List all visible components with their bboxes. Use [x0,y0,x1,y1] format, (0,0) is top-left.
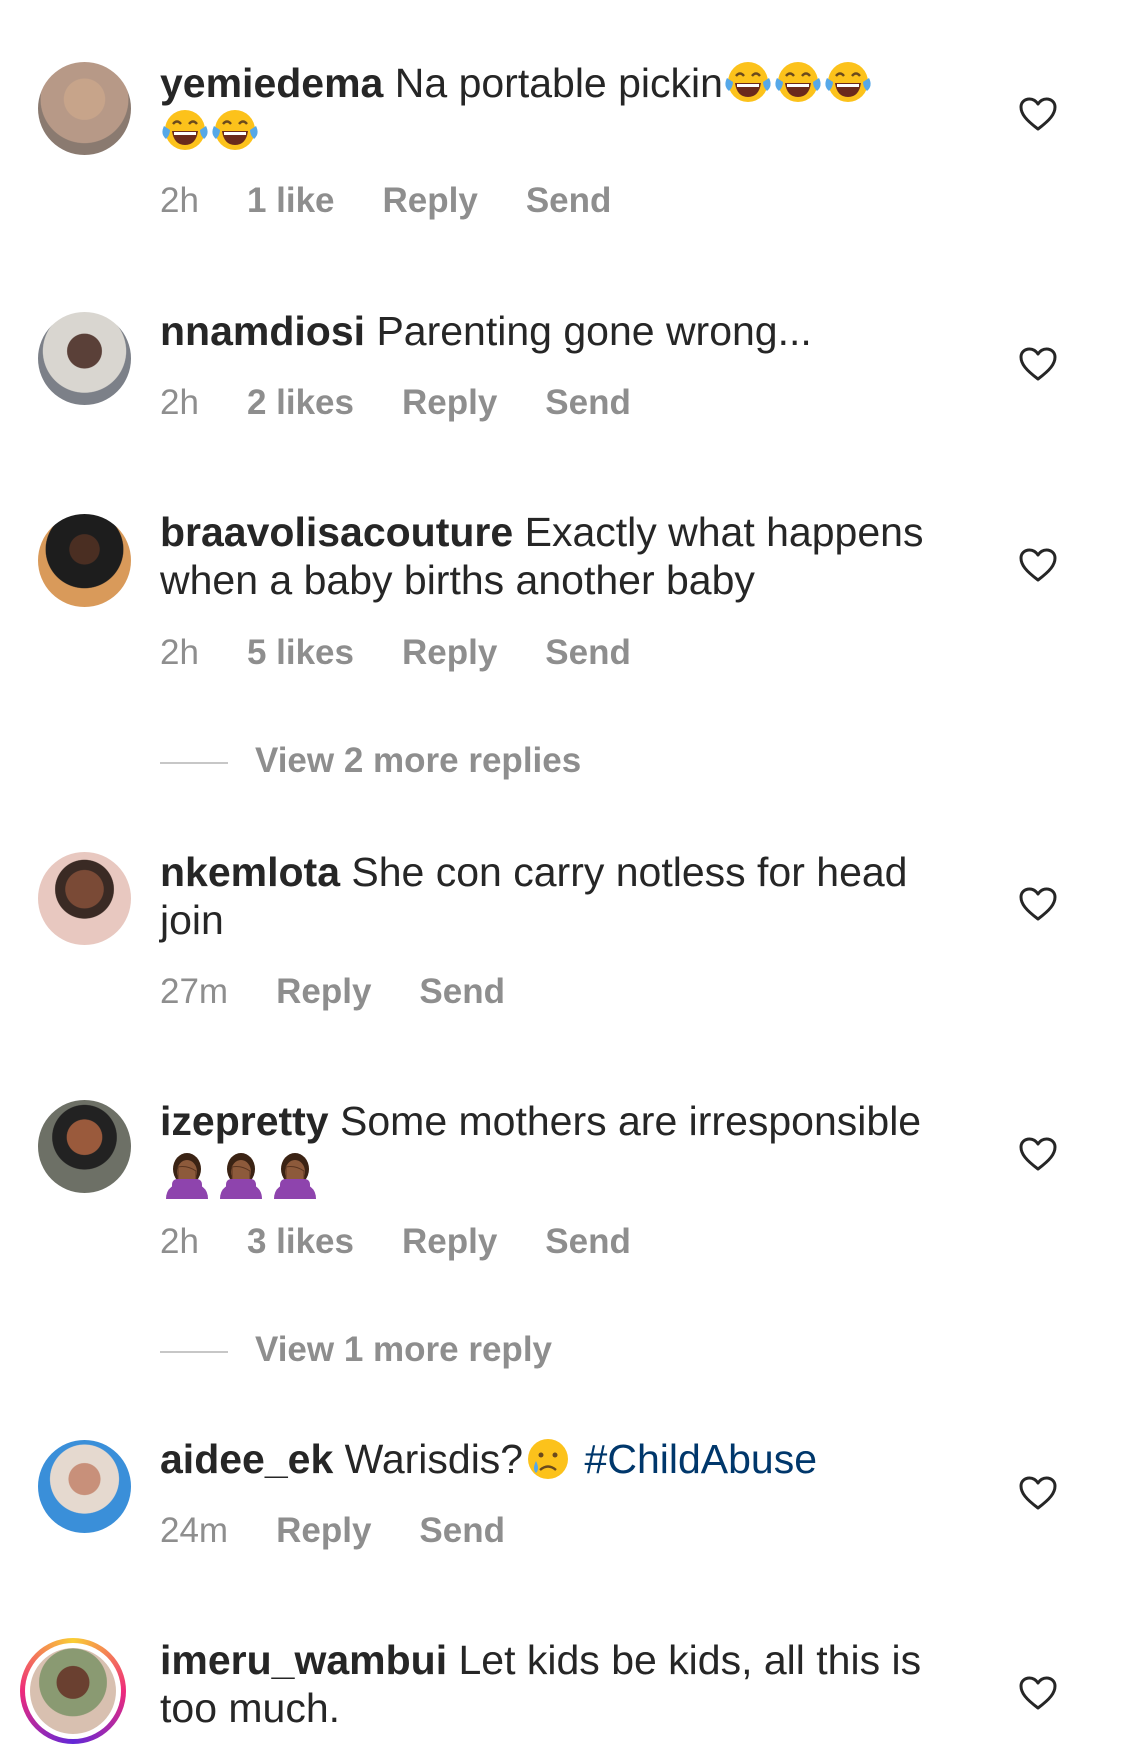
comment-text: izepretty Some mothers are irresponsible [160,1097,980,1199]
heart-icon[interactable] [1018,1475,1058,1511]
comment-meta: 2h 5 likes Reply Send [160,633,679,673]
comment-meta: 2h 1 like Reply Send [160,181,659,221]
heart-icon[interactable] [1018,886,1058,922]
tears-of-joy-emoji-icon [723,59,773,105]
comment-body: Warisdis? [344,1436,524,1482]
avatar [30,1648,116,1734]
avatar[interactable] [38,312,131,405]
timestamp: 2h [160,383,199,422]
comment-body: Parenting gone wrong... [376,308,812,354]
likes-count[interactable]: 5 likes [247,633,354,673]
comment-text: nkemlota She con carry notless for head … [160,848,980,944]
tears-of-joy-emoji-icon [823,59,873,105]
send-button[interactable]: Send [545,383,631,423]
crying-face-emoji-icon [523,1435,573,1483]
comment-body: Na portable pickin [394,60,723,106]
timestamp: 2h [160,1222,199,1261]
send-button[interactable]: Send [526,181,612,221]
view-more-label: View 2 more replies [255,741,582,780]
heart-icon[interactable] [1018,346,1058,382]
avatar[interactable] [38,852,131,945]
heart-icon[interactable] [1018,1136,1058,1172]
comment-meta: 2h 3 likes Reply Send [160,1222,679,1262]
comment-text: braavolisacouture Exactly what happens w… [160,508,980,604]
reply-button[interactable]: Reply [402,633,497,673]
divider-line [160,761,228,764]
username[interactable]: aidee_ek [160,1436,333,1482]
reply-button[interactable]: Reply [383,181,478,221]
username[interactable]: nnamdiosi [160,308,365,354]
heart-icon[interactable] [1018,1675,1058,1711]
divider-line [160,1350,228,1353]
reply-button[interactable]: Reply [276,972,371,1012]
timestamp: 24m [160,1511,229,1550]
heart-icon[interactable] [1018,96,1058,132]
username[interactable]: braavolisacouture [160,509,513,555]
comment-meta: 2h 2 likes Reply Send [160,383,679,423]
woman-facepalming-emoji-icon [160,1145,214,1199]
avatar-ring-gap [25,1643,121,1739]
username[interactable]: yemiedema [160,60,383,106]
username[interactable]: nkemlota [160,849,340,895]
likes-count[interactable]: 2 likes [247,383,354,423]
tears-of-joy-emoji-icon [160,107,210,153]
comment-meta: 27m Reply Send [160,972,553,1012]
reply-button[interactable]: Reply [276,1511,371,1551]
comment-text: aidee_ek Warisdis? #ChildAbuse [160,1435,980,1483]
send-button[interactable]: Send [419,1511,505,1551]
tears-of-joy-emoji-icon [773,59,823,105]
avatar-story-ring[interactable] [20,1638,126,1744]
woman-facepalming-emoji-icon [214,1145,268,1199]
tears-of-joy-emoji-icon [210,107,260,153]
username[interactable]: imeru_wambui [160,1637,447,1683]
reply-button[interactable]: Reply [402,383,497,423]
comment-body: Some mothers are irresponsible [340,1098,922,1144]
view-more-replies-button[interactable]: View 2 more replies [160,741,581,781]
avatar[interactable] [38,1440,131,1533]
avatar[interactable] [38,514,131,607]
likes-count[interactable]: 3 likes [247,1222,354,1262]
send-button[interactable]: Send [419,972,505,1012]
comment-meta: 24m Reply Send [160,1511,553,1551]
timestamp: 27m [160,972,229,1011]
timestamp: 2h [160,633,199,672]
woman-facepalming-emoji-icon [268,1145,322,1199]
view-more-label: View 1 more reply [255,1330,553,1369]
hashtag-link[interactable]: #ChildAbuse [585,1436,818,1482]
comment-text: imeru_wambui Let kids be kids, all this … [160,1636,980,1732]
avatar[interactable] [38,1100,131,1193]
likes-count[interactable]: 1 like [247,181,335,221]
avatar[interactable] [38,62,131,155]
send-button[interactable]: Send [545,633,631,673]
comment-text: yemiedema Na portable pickin [160,59,980,155]
comment-text: nnamdiosi Parenting gone wrong... [160,307,980,355]
username[interactable]: izepretty [160,1098,329,1144]
view-more-replies-button[interactable]: View 1 more reply [160,1330,552,1370]
timestamp: 2h [160,181,199,220]
heart-icon[interactable] [1018,547,1058,583]
send-button[interactable]: Send [545,1222,631,1262]
reply-button[interactable]: Reply [402,1222,497,1262]
